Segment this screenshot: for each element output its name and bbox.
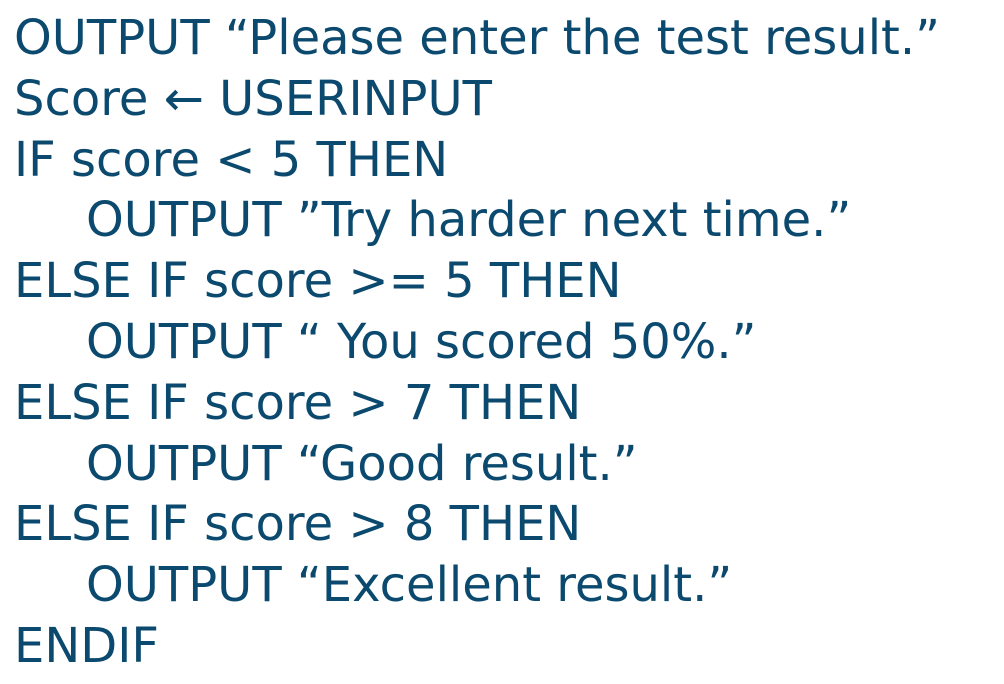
code-line-elseif-gt-7: ELSE IF score > 7 THEN	[14, 374, 582, 431]
code-line-if-less-5: IF score < 5 THEN	[14, 131, 449, 188]
code-line-output-50-percent: OUTPUT “ You scored 50%.”	[86, 313, 757, 370]
code-line-elseif-gt-8: ELSE IF score > 8 THEN	[14, 496, 582, 553]
code-line-score-assign: Score ← USERINPUT	[14, 70, 492, 127]
code-line-output-try-harder: OUTPUT ”Try harder next time.”	[86, 192, 852, 249]
code-line-elseif-gte-5: ELSE IF score >= 5 THEN	[14, 253, 622, 310]
code-line-output-excellent: OUTPUT “Excellent result.”	[86, 557, 733, 614]
pseudocode-block: OUTPUT “Please enter the test result.” S…	[14, 8, 1000, 677]
code-line-endif: ENDIF	[14, 617, 159, 674]
code-line-output-good: OUTPUT “Good result.”	[86, 435, 638, 492]
code-line-output-prompt: OUTPUT “Please enter the test result.”	[14, 10, 940, 66]
